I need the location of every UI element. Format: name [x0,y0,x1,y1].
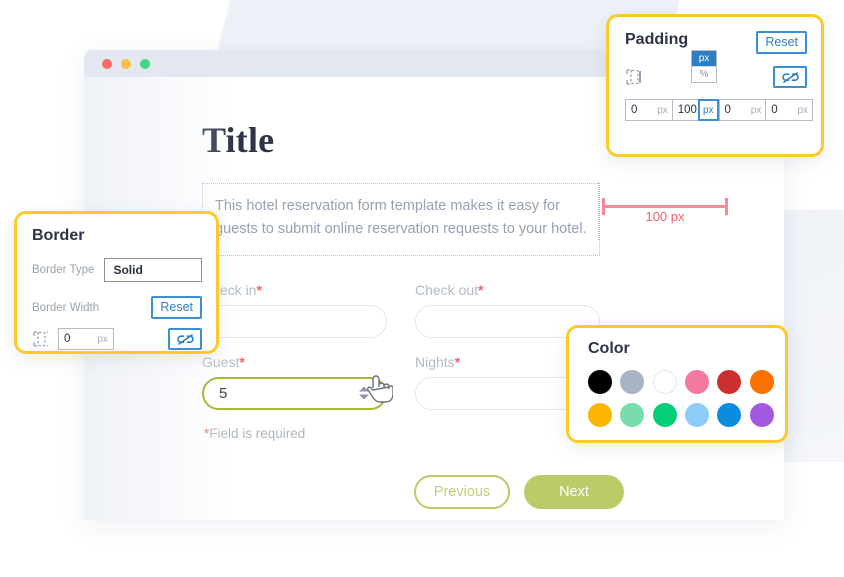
color-swatch-pink[interactable] [685,370,709,394]
color-swatch-mint[interactable] [620,403,645,427]
border-type-label: Border Type [32,264,95,276]
padding-left-value: 0 [771,104,778,116]
padding-unlink-button[interactable] [773,66,807,88]
border-settings-panel: Border Border Type Solid Border Width Re… [14,211,219,354]
color-swatch-light-blue[interactable] [685,403,709,427]
padding-settings-panel: Padding Reset 0 px 100 px 0 px 0 px px % [606,14,824,157]
padding-reset-button[interactable]: Reset [756,31,807,54]
description-selection-box[interactable]: This hotel reservation form template mak… [202,183,600,256]
check-in-input[interactable] [202,304,387,338]
unlink-icon [176,333,194,345]
color-settings-panel: Color [566,325,788,443]
border-type-row: Border Type Solid [32,258,202,282]
color-swatch-grey[interactable] [620,370,645,394]
padding-bottom-unit: px [750,104,762,116]
measurement-label: 100 px [645,209,685,224]
color-swatch-red[interactable] [717,370,742,394]
next-button[interactable]: Next [524,474,624,509]
padding-bottom-field[interactable]: 0 px [720,100,767,120]
border-reset-button[interactable]: Reset [151,296,202,319]
screenshot-stage: Title This hotel reservation form templa… [0,0,844,577]
field-label-check-out: Check out* [415,281,484,298]
guest-input-value: 5 [219,384,228,402]
padding-top-value: 0 [631,104,638,116]
color-swatch-orange[interactable] [749,370,774,394]
padding-bottom-value: 0 [724,104,731,116]
window-close-dot[interactable] [102,58,112,69]
border-width-input[interactable]: 0 px [58,328,114,350]
measurement-bar [602,205,728,208]
number-spinner[interactable] [359,386,369,400]
form-actions: Previous Next [414,474,784,509]
spinner-down-icon[interactable] [359,394,369,400]
color-panel-title: Color [588,340,630,357]
padding-left-field[interactable]: 0 px [766,100,812,120]
color-swatch-white[interactable] [652,370,677,394]
padding-top-field[interactable]: 0 px [626,100,673,120]
required-asterisk: * [239,353,245,370]
field-label-check-in: Check in* [202,281,262,298]
padding-right-unit-dropdown[interactable]: px [697,99,719,121]
border-panel-title: Border [32,227,85,244]
padding-value-fields: 0 px 100 px 0 px 0 px [625,99,813,121]
border-width-row: Border Width Reset [32,296,202,319]
field-check-in: Check in* [202,282,387,338]
color-swatch-grid [588,370,774,427]
border-width-unit: px [97,333,108,345]
padding-panel-title: Padding [625,31,689,48]
spinner-up-icon[interactable] [359,386,369,392]
required-asterisk: * [454,353,461,370]
guest-number-input[interactable]: 5 [202,376,387,410]
field-guest: Guest* 5 [202,354,387,410]
previous-button[interactable]: Previous [414,474,510,509]
border-unlink-button[interactable] [168,328,202,350]
border-width-input-group: 0 px [32,328,114,350]
border-width-controls: 0 px [32,328,202,350]
padding-box-icon [626,69,641,85]
color-swatch-purple[interactable] [749,403,774,427]
border-width-value: 0 [64,333,71,345]
padding-right-field[interactable]: 100 px [673,99,720,121]
unit-option-px[interactable]: px [692,51,716,66]
padding-left-unit: px [797,104,808,116]
required-asterisk: * [478,281,484,298]
color-swatch-amber[interactable] [588,403,612,427]
unlink-icon [781,71,799,83]
measurement-edge-line [598,182,599,240]
unit-option-percent[interactable]: % [692,66,716,82]
color-swatch-blue[interactable] [717,403,742,427]
color-swatch-black[interactable] [588,370,612,394]
required-asterisk: * [256,281,262,298]
padding-right-value: 100 [677,104,697,116]
form-description: This hotel reservation form template mak… [215,198,587,238]
window-minimize-dot[interactable] [121,58,131,69]
padding-measurement-guide: 100 px [598,182,728,240]
border-box-icon [33,331,48,347]
border-width-label: Border Width [32,301,100,314]
padding-top-unit: px [657,104,668,116]
unit-dropdown-menu: px % [691,50,717,83]
color-swatch-green[interactable] [652,403,677,427]
border-type-select[interactable]: Solid [104,258,202,282]
field-label-guest: Guest* [202,353,245,370]
window-maximize-dot[interactable] [140,58,150,69]
